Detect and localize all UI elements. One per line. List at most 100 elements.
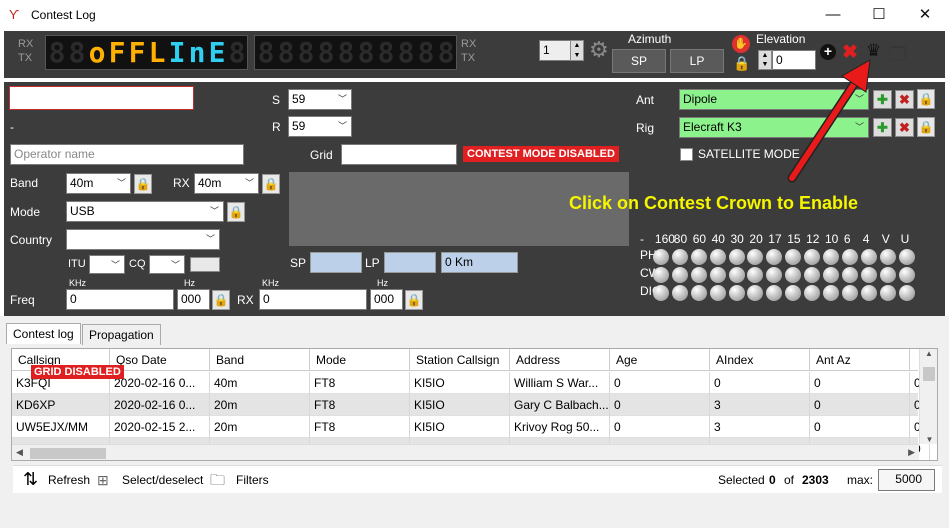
frequency-khz-input[interactable]: 0 — [66, 289, 174, 310]
band-mode-indicator[interactable] — [671, 267, 688, 283]
remove-antenna-button[interactable]: ✖ — [895, 90, 914, 109]
band-mode-indicator[interactable] — [823, 285, 839, 301]
band-mode-indicator[interactable] — [652, 285, 669, 301]
band-mode-indicator[interactable] — [671, 285, 688, 301]
close-button[interactable]: ✕ — [902, 0, 948, 30]
band-mode-indicator[interactable] — [879, 249, 896, 265]
band-mode-indicator[interactable] — [671, 249, 688, 265]
vertical-scrollbar[interactable]: ▲ ▼ — [919, 349, 937, 444]
spinner-arrows[interactable]: ▲ ▼ — [570, 40, 584, 61]
vfo-spinner[interactable]: 1 — [539, 40, 571, 61]
elevation-spinner-arrows[interactable]: ▲ ▼ — [758, 50, 772, 70]
scroll-up-icon[interactable]: ▲ — [920, 349, 937, 358]
rx-frequency-khz-input[interactable]: 0 — [259, 289, 367, 310]
band-mode-indicator[interactable] — [766, 285, 783, 301]
band-mode-indicator[interactable] — [690, 267, 707, 283]
band-mode-indicator[interactable] — [766, 249, 783, 265]
column-header[interactable]: Band — [210, 349, 310, 371]
horizontal-scrollbar[interactable]: ◀ ▶ — [12, 444, 919, 460]
operator-name-input[interactable]: Operator name — [10, 144, 244, 165]
rx-band-lock-icon[interactable]: 🔒 — [262, 174, 280, 194]
band-mode-indicator[interactable] — [709, 285, 726, 301]
band-mode-indicator[interactable] — [898, 285, 915, 301]
band-mode-indicator[interactable] — [785, 267, 802, 283]
maximize-button[interactable]: ☐ — [856, 0, 902, 30]
remove-rig-button[interactable]: ✖ — [895, 118, 914, 137]
refresh-icon[interactable]: ⇅ — [23, 469, 38, 489]
callsign-input[interactable] — [9, 86, 194, 110]
filters-button[interactable]: Filters — [236, 473, 269, 487]
band-mode-indicator[interactable] — [860, 267, 877, 283]
band-mode-indicator[interactable] — [785, 249, 802, 265]
antenna-lock-icon[interactable]: 🔒 — [917, 89, 935, 109]
country-select[interactable]: ﹀ — [66, 229, 220, 250]
freq-lock-icon[interactable]: 🔒 — [212, 290, 230, 310]
band-mode-indicator[interactable] — [860, 285, 877, 301]
gear-icon[interactable]: ⚙ — [589, 38, 609, 62]
rst-rcvd-select[interactable]: 59 ﹀ — [288, 116, 352, 137]
column-header[interactable]: Station Callsign — [410, 349, 510, 371]
short-path-button[interactable]: SP — [612, 49, 666, 73]
scroll-right-icon[interactable]: ▶ — [908, 447, 915, 458]
band-mode-indicator[interactable] — [652, 267, 669, 283]
rx-band-select[interactable]: 40m ﹀ — [194, 173, 259, 194]
band-mode-indicator[interactable] — [879, 267, 896, 283]
band-mode-indicator[interactable] — [898, 249, 915, 265]
select-deselect-button[interactable]: Select/deselect — [122, 473, 203, 487]
band-mode-indicator[interactable] — [728, 285, 745, 301]
table-row[interactable]: KD6XP 2020-02-16 0... 20m FT8 KI5IO Gary C Ba… — [12, 394, 930, 416]
band-mode-indicator[interactable] — [841, 249, 858, 265]
scroll-thumb[interactable] — [923, 367, 935, 381]
band-mode-indicator[interactable] — [898, 267, 915, 283]
column-header[interactable]: Mode — [310, 349, 410, 371]
band-lock-icon[interactable]: 🔒 — [134, 174, 152, 194]
band-mode-indicator[interactable] — [652, 249, 669, 265]
rx-frequency-hz-input[interactable]: 000 — [370, 289, 403, 310]
rig-lock-icon[interactable]: 🔒 — [917, 117, 935, 137]
band-mode-indicator[interactable] — [804, 285, 821, 301]
hscroll-thumb[interactable] — [30, 448, 106, 459]
band-mode-indicator[interactable] — [728, 249, 745, 265]
band-mode-indicator[interactable] — [690, 249, 707, 265]
scroll-left-icon[interactable]: ◀ — [16, 447, 23, 458]
max-records-input[interactable]: 5000 — [878, 469, 935, 491]
rx-freq-lock-icon[interactable]: 🔒 — [405, 290, 423, 310]
band-mode-indicator[interactable] — [823, 249, 839, 265]
band-mode-indicator[interactable] — [804, 267, 821, 283]
band-select[interactable]: 40m ﹀ — [66, 173, 131, 194]
column-header[interactable]: Qso Date — [110, 349, 210, 371]
grid-input[interactable] — [341, 144, 457, 165]
frequency-hz-input[interactable]: 000 — [177, 289, 210, 310]
band-mode-indicator[interactable] — [841, 285, 858, 301]
band-mode-indicator[interactable] — [747, 267, 764, 283]
band-mode-indicator[interactable] — [747, 249, 764, 265]
table-row[interactable]: UW5EJX/MM 2020-02-15 2... 20m FT8 KI5IO Krivo… — [12, 416, 930, 438]
band-mode-indicator[interactable] — [728, 267, 745, 283]
band-mode-indicator[interactable] — [879, 285, 896, 301]
lock-icon[interactable]: 🔒 — [733, 55, 750, 72]
band-mode-indicator[interactable] — [823, 267, 839, 283]
long-path-button[interactable]: LP — [670, 49, 724, 73]
refresh-button[interactable]: Refresh — [48, 473, 90, 487]
satellite-mode-checkbox[interactable] — [680, 148, 693, 161]
band-mode-indicator[interactable] — [804, 249, 821, 265]
mode-lock-icon[interactable]: 🔒 — [227, 202, 245, 222]
column-header[interactable]: Ant Az — [810, 349, 910, 371]
log-view-icon[interactable]: 🗔 — [889, 43, 906, 70]
mode-select[interactable]: USB ﹀ — [66, 201, 224, 222]
filters-icon[interactable]: 🗀 — [210, 470, 225, 495]
tab-propagation[interactable]: Propagation — [82, 324, 161, 345]
cq-select[interactable]: ﹀ — [149, 255, 185, 274]
band-mode-indicator[interactable] — [841, 267, 858, 283]
column-header[interactable]: Address — [510, 349, 610, 371]
band-mode-indicator[interactable] — [766, 267, 783, 283]
band-mode-indicator[interactable] — [860, 249, 877, 265]
tab-contest-log[interactable]: Contest log — [6, 323, 81, 344]
stop-icon[interactable]: ✋ — [732, 35, 750, 53]
scroll-down-icon[interactable]: ▼ — [920, 435, 937, 444]
rst-sent-select[interactable]: 59 ﹀ — [288, 89, 352, 110]
select-grid-icon[interactable]: ⊞ — [97, 472, 109, 489]
column-header[interactable]: Age — [610, 349, 710, 371]
band-mode-indicator[interactable] — [709, 249, 726, 265]
band-mode-indicator[interactable] — [785, 285, 802, 301]
